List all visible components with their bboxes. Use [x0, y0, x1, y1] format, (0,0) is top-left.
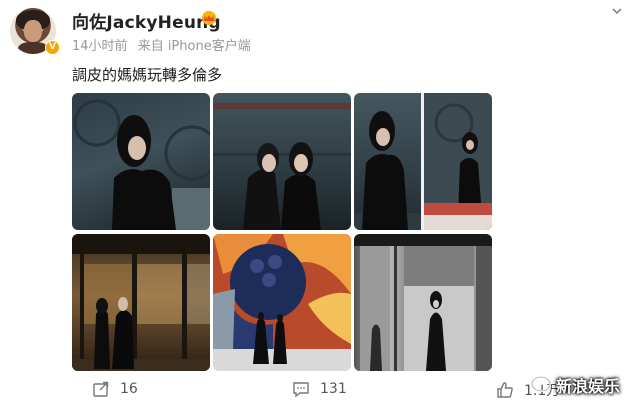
photo-1[interactable] — [72, 93, 210, 230]
repost-icon — [93, 381, 109, 397]
photo-5-scene — [213, 234, 351, 371]
comment-count: 131 — [320, 381, 347, 397]
post-meta: 14小时前 来自 iPhone客户端 — [72, 35, 257, 54]
watermark-text: 新浪娱乐 — [556, 377, 621, 396]
photo-4[interactable] — [72, 234, 210, 371]
photo-3[interactable] — [354, 93, 492, 230]
username[interactable]: 向佐JackyHeung — [72, 8, 221, 33]
chevron-down-icon[interactable] — [610, 4, 624, 18]
like-icon — [497, 382, 513, 398]
comment-button[interactable]: 131 — [292, 380, 347, 398]
post-time[interactable]: 14小时前 — [72, 39, 128, 54]
post-text: 調皮的媽媽玩轉多倫多 — [72, 66, 223, 84]
photo-1-scene — [73, 99, 210, 230]
photo-3-scene — [354, 93, 492, 230]
avatar-body — [18, 42, 48, 54]
avatar-face — [24, 20, 42, 42]
post-source: 来自 iPhone客户端 — [137, 39, 251, 54]
repost-count: 16 — [120, 381, 138, 397]
comment-icon — [293, 382, 309, 398]
photo-2-scene — [213, 103, 351, 230]
photo-5[interactable] — [213, 234, 351, 371]
verified-badge: V — [45, 40, 60, 55]
photo-6-scene — [354, 234, 492, 371]
repost-button[interactable]: 16 — [92, 380, 138, 398]
photo-grid — [72, 93, 492, 371]
photo-6[interactable] — [354, 234, 492, 371]
photo-4-scene — [72, 234, 210, 371]
photo-2[interactable] — [213, 93, 351, 230]
crown-icon — [202, 11, 216, 25]
